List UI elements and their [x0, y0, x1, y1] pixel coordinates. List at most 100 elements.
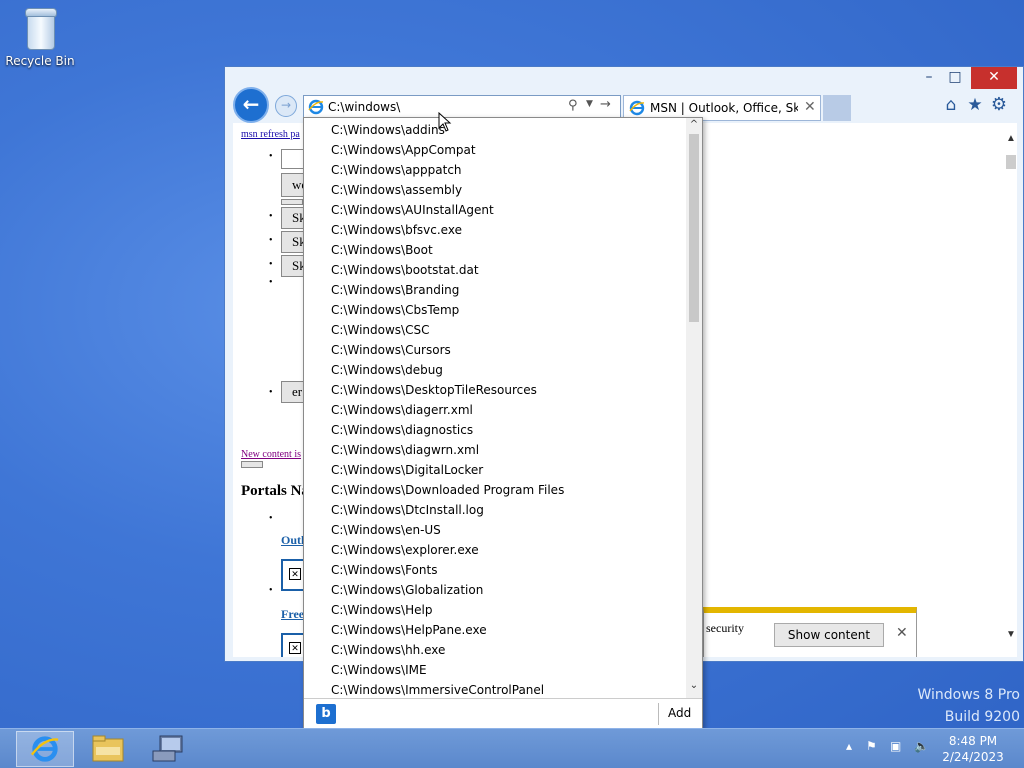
bullet: •	[269, 277, 273, 288]
autocomplete-item[interactable]: C:\Windows\Boot	[304, 240, 686, 260]
ie-icon	[30, 736, 59, 762]
autocomplete-list: C:\Windows\addins C:\Windows\AppCompat C:\…	[304, 120, 686, 700]
autocomplete-item[interactable]: C:\Windows\Help	[304, 600, 686, 620]
autocomplete-item[interactable]: C:\Windows\bfsvc.exe	[304, 220, 686, 240]
recycle-bin-icon[interactable]: Recycle Bin	[4, 6, 76, 68]
recycle-bin-graphic	[23, 6, 57, 50]
autocomplete-item[interactable]: C:\Windows\bootstat.dat	[304, 260, 686, 280]
autocomplete-item[interactable]: C:\Windows\apppatch	[304, 160, 686, 180]
tab-title: MSN | Outlook, Office, Sky...	[650, 101, 798, 115]
clock-time: 8:48 PM	[948, 734, 998, 748]
scroll-thumb[interactable]	[1006, 155, 1016, 169]
autocomplete-item[interactable]: C:\Windows\debug	[304, 360, 686, 380]
new-tab-button[interactable]	[823, 95, 851, 121]
refresh-link[interactable]: msn refresh pa	[241, 129, 300, 140]
show-content-button[interactable]: Show content	[774, 623, 884, 647]
volume-muted-icon[interactable]: 🔈	[914, 739, 929, 753]
action-center-flag-icon[interactable]: ⚑	[866, 739, 877, 753]
bullet: •	[269, 585, 273, 596]
autocomplete-footer: b Add	[304, 698, 702, 729]
taskbar: ▴ ⚑ ▣ 🔈 8:48 PM 2/24/2023	[0, 728, 1024, 768]
autocomplete-item[interactable]: C:\Windows\Cursors	[304, 340, 686, 360]
autocomplete-item[interactable]: C:\Windows\Globalization	[304, 580, 686, 600]
autocomplete-scrollbar[interactable]: ^ ⌄	[686, 118, 702, 698]
forward-arrow-icon: →	[280, 98, 292, 112]
autocomplete-item[interactable]: C:\Windows\diagwrn.xml	[304, 440, 686, 460]
free-link[interactable]: Free	[281, 607, 304, 622]
network-icon[interactable]: ▣	[890, 739, 901, 753]
autocomplete-item[interactable]: C:\Windows\diagerr.xml	[304, 400, 686, 420]
bullet: •	[269, 235, 273, 246]
forward-button[interactable]: →	[275, 95, 297, 117]
security-notification-bar: security Show content ✕	[703, 607, 917, 657]
bullet: •	[269, 151, 273, 162]
scroll-down-icon[interactable]: ⌄	[688, 680, 700, 694]
favorites-star-icon[interactable]: ★	[965, 95, 985, 115]
autocomplete-item[interactable]: C:\Windows\Branding	[304, 280, 686, 300]
autocomplete-item[interactable]: C:\Windows\HelpPane.exe	[304, 620, 686, 640]
maximize-button[interactable]: □	[941, 67, 969, 89]
small-button[interactable]	[241, 461, 263, 468]
watermark-edition: Windows 8 Pro	[917, 687, 1020, 703]
tab-close-icon[interactable]: ✕	[804, 99, 816, 115]
back-arrow-icon: ←	[242, 92, 260, 116]
autocomplete-item[interactable]: C:\Windows\diagnostics	[304, 420, 686, 440]
portals-heading: Portals Na	[241, 483, 309, 499]
recycle-bin-label: Recycle Bin	[5, 54, 75, 68]
taskbar-internet-explorer[interactable]	[16, 731, 74, 767]
mouse-cursor-icon	[438, 112, 452, 132]
address-bar[interactable]: ⚲ ▼ →	[303, 95, 621, 119]
clock-date: 2/24/2023	[942, 750, 1004, 764]
folder-icon	[92, 735, 124, 762]
autocomplete-item[interactable]: C:\Windows\assembly	[304, 180, 686, 200]
show-hidden-icons-icon[interactable]: ▴	[846, 739, 852, 753]
autocomplete-item[interactable]: C:\Windows\Downloaded Program Files	[304, 480, 686, 500]
autocomplete-item[interactable]: C:\Windows\ImmersiveControlPanel	[304, 680, 686, 700]
close-button[interactable]: ✕	[971, 67, 1017, 89]
watermark-build: Build 9200	[944, 709, 1020, 725]
go-arrow-icon[interactable]: →	[600, 97, 616, 115]
autocomplete-item[interactable]: C:\Windows\addins	[304, 120, 686, 140]
autocomplete-item[interactable]: C:\Windows\explorer.exe	[304, 540, 686, 560]
computer-network-icon	[152, 735, 183, 762]
autocomplete-item[interactable]: C:\Windows\DesktopTileResources	[304, 380, 686, 400]
chevron-down-icon[interactable]: ▼	[586, 99, 596, 115]
bullet: •	[269, 513, 273, 524]
minimize-button[interactable]: –	[915, 67, 943, 89]
taskbar-clock[interactable]: 8:48 PM 2/24/2023	[936, 733, 1010, 765]
autocomplete-item[interactable]: C:\Windows\en-US	[304, 520, 686, 540]
new-content-link[interactable]: New content is	[241, 449, 301, 460]
home-icon[interactable]: ⌂	[941, 95, 961, 115]
back-button[interactable]: ←	[233, 87, 269, 123]
bing-icon[interactable]: b	[316, 704, 336, 724]
autocomplete-item[interactable]: C:\Windows\AUInstallAgent	[304, 200, 686, 220]
autocomplete-item[interactable]: C:\Windows\hh.exe	[304, 640, 686, 660]
taskbar-network-app[interactable]	[150, 733, 186, 765]
add-button[interactable]: Add	[668, 706, 691, 720]
taskbar-file-explorer[interactable]	[90, 733, 126, 765]
page-scrollbar[interactable]: ▲ ▼	[1005, 133, 1017, 653]
ie-icon	[308, 99, 324, 115]
title-bar: – □ ✕	[225, 67, 1023, 91]
gear-icon[interactable]: ⚙	[989, 94, 1009, 115]
scroll-up-icon[interactable]: ▲	[1005, 133, 1017, 147]
autocomplete-item[interactable]: C:\Windows\CSC	[304, 320, 686, 340]
notification-text: security	[706, 621, 744, 635]
autocomplete-item[interactable]: C:\Windows\DigitalLocker	[304, 460, 686, 480]
outlook-link[interactable]: Outl	[281, 533, 304, 548]
autocomplete-item[interactable]: C:\Windows\CbsTemp	[304, 300, 686, 320]
scroll-thumb[interactable]	[689, 134, 699, 322]
divider	[658, 703, 659, 725]
scroll-up-icon[interactable]: ^	[688, 119, 700, 133]
search-icon[interactable]: ⚲	[568, 98, 584, 116]
small-button[interactable]	[281, 199, 303, 205]
autocomplete-item[interactable]: C:\Windows\Fonts	[304, 560, 686, 580]
close-icon[interactable]: ✕	[896, 625, 908, 642]
autocomplete-item[interactable]: C:\Windows\AppCompat	[304, 140, 686, 160]
ie-icon	[629, 100, 645, 116]
bullet: •	[269, 259, 273, 270]
autocomplete-item[interactable]: C:\Windows\IME	[304, 660, 686, 680]
scroll-down-icon[interactable]: ▼	[1005, 629, 1017, 643]
autocomplete-item[interactable]: C:\Windows\DtcInstall.log	[304, 500, 686, 520]
windows-watermark: Windows 8 Pro Build 9200	[880, 684, 1020, 728]
